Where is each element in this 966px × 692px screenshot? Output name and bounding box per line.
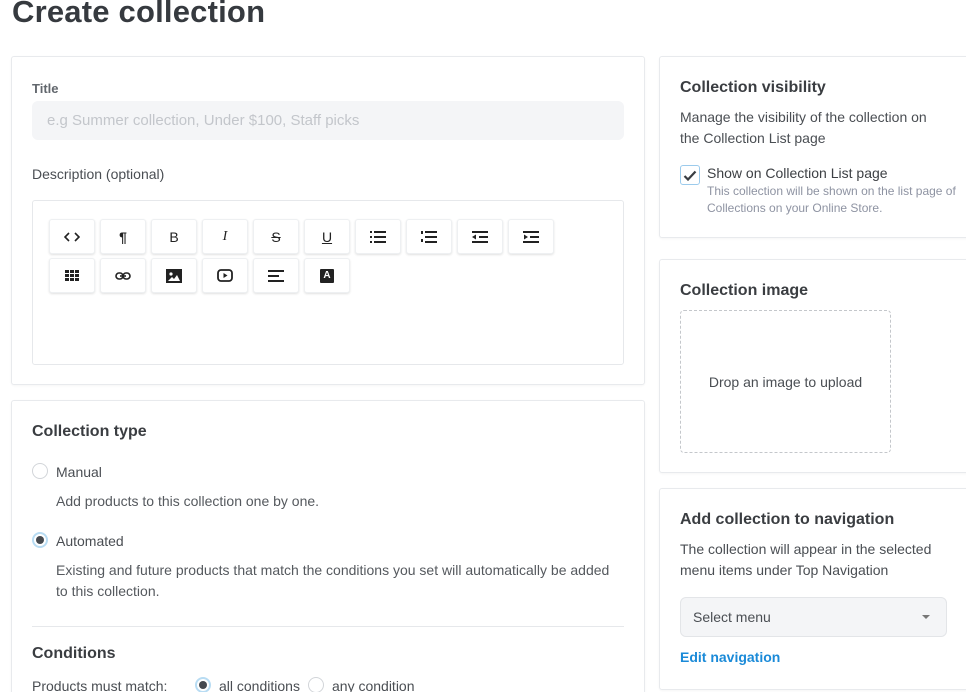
dropzone-text: Drop an image to upload <box>708 373 863 390</box>
menu-select-value: Select menu <box>693 609 771 625</box>
align-button[interactable] <box>253 258 299 293</box>
image-button[interactable] <box>151 258 197 293</box>
show-on-list-help: This collection will be shown on the lis… <box>707 184 956 215</box>
link-button[interactable] <box>100 258 146 293</box>
title-label: Title <box>32 81 59 96</box>
page-title: Create collection <box>12 0 266 29</box>
code-view-button[interactable] <box>49 219 95 254</box>
title-input[interactable] <box>32 101 624 140</box>
description-label: Description (optional) <box>32 166 165 182</box>
caret-down-icon <box>922 615 930 619</box>
italic-icon: I <box>222 228 228 244</box>
checkmark-icon <box>683 170 697 181</box>
paragraph-button[interactable]: ¶ <box>100 219 146 254</box>
any-condition-radio[interactable] <box>308 677 324 692</box>
automated-help: Existing and future products that match … <box>56 562 610 599</box>
numbered-list-icon <box>421 230 437 243</box>
image-icon <box>166 268 182 283</box>
bold-icon: B <box>169 228 179 245</box>
manual-label[interactable]: Manual <box>56 464 102 480</box>
collection-type-card: Collection type Manual Add products to t… <box>11 400 645 692</box>
edit-navigation-link[interactable]: Edit navigation <box>680 649 780 665</box>
paragraph-icon: ¶ <box>119 228 127 245</box>
code-icon <box>64 231 80 242</box>
table-button[interactable] <box>49 258 95 293</box>
any-condition-label[interactable]: any condition <box>332 678 415 692</box>
section-divider <box>32 626 624 627</box>
collection-image-card: Collection image Drop an image to upload <box>659 259 966 473</box>
all-conditions-label[interactable]: all conditions <box>219 678 300 692</box>
editor-toolbar-row-2: A <box>49 258 350 293</box>
outdent-button[interactable] <box>457 219 503 254</box>
strikethrough-button[interactable]: S <box>253 219 299 254</box>
indent-button[interactable] <box>508 219 554 254</box>
show-on-list-checkbox[interactable] <box>680 165 700 185</box>
visibility-heading: Collection visibility <box>680 79 826 96</box>
navigation-description: The collection will appear in the select… <box>680 541 932 578</box>
video-icon <box>217 269 233 282</box>
all-conditions-radio[interactable] <box>195 677 211 692</box>
bold-button[interactable]: B <box>151 219 197 254</box>
navigation-card: Add collection to navigation The collect… <box>659 488 966 690</box>
collection-image-heading: Collection image <box>680 282 809 299</box>
visibility-description: Manage the visibility of the collection … <box>680 109 927 146</box>
video-button[interactable] <box>202 258 248 293</box>
text-color-button[interactable]: A <box>304 258 350 293</box>
outdent-icon <box>472 230 488 243</box>
conditions-heading: Conditions <box>32 645 116 662</box>
text-color-icon: A <box>320 268 334 283</box>
collection-type-heading: Collection type <box>32 423 147 440</box>
align-left-icon <box>268 269 284 282</box>
bullet-list-icon <box>370 230 386 243</box>
automated-radio[interactable] <box>32 532 48 548</box>
menu-select[interactable]: Select menu <box>680 597 947 637</box>
italic-button[interactable]: I <box>202 219 248 254</box>
table-icon <box>65 270 79 281</box>
editor-toolbar-row-1: ¶ B I S U <box>49 219 554 254</box>
underline-button[interactable]: U <box>304 219 350 254</box>
link-icon <box>115 271 131 280</box>
title-description-card: Title Description (optional) ¶ B I S U <box>11 56 645 385</box>
numbered-list-button[interactable] <box>406 219 452 254</box>
indent-icon <box>523 230 539 243</box>
image-dropzone[interactable]: Drop an image to upload <box>680 310 891 453</box>
navigation-heading: Add collection to navigation <box>680 511 895 528</box>
strikethrough-icon: S <box>271 228 281 245</box>
bullet-list-button[interactable] <box>355 219 401 254</box>
underline-icon: U <box>321 228 333 245</box>
manual-help: Add products to this collection one by o… <box>56 493 320 509</box>
collection-visibility-card: Collection visibility Manage the visibil… <box>659 56 966 238</box>
manual-radio[interactable] <box>32 463 48 479</box>
description-editor[interactable]: ¶ B I S U A <box>32 200 624 365</box>
match-label: Products must match: <box>32 678 168 692</box>
show-on-list-label[interactable]: Show on Collection List page <box>707 165 888 181</box>
automated-label[interactable]: Automated <box>56 533 124 549</box>
